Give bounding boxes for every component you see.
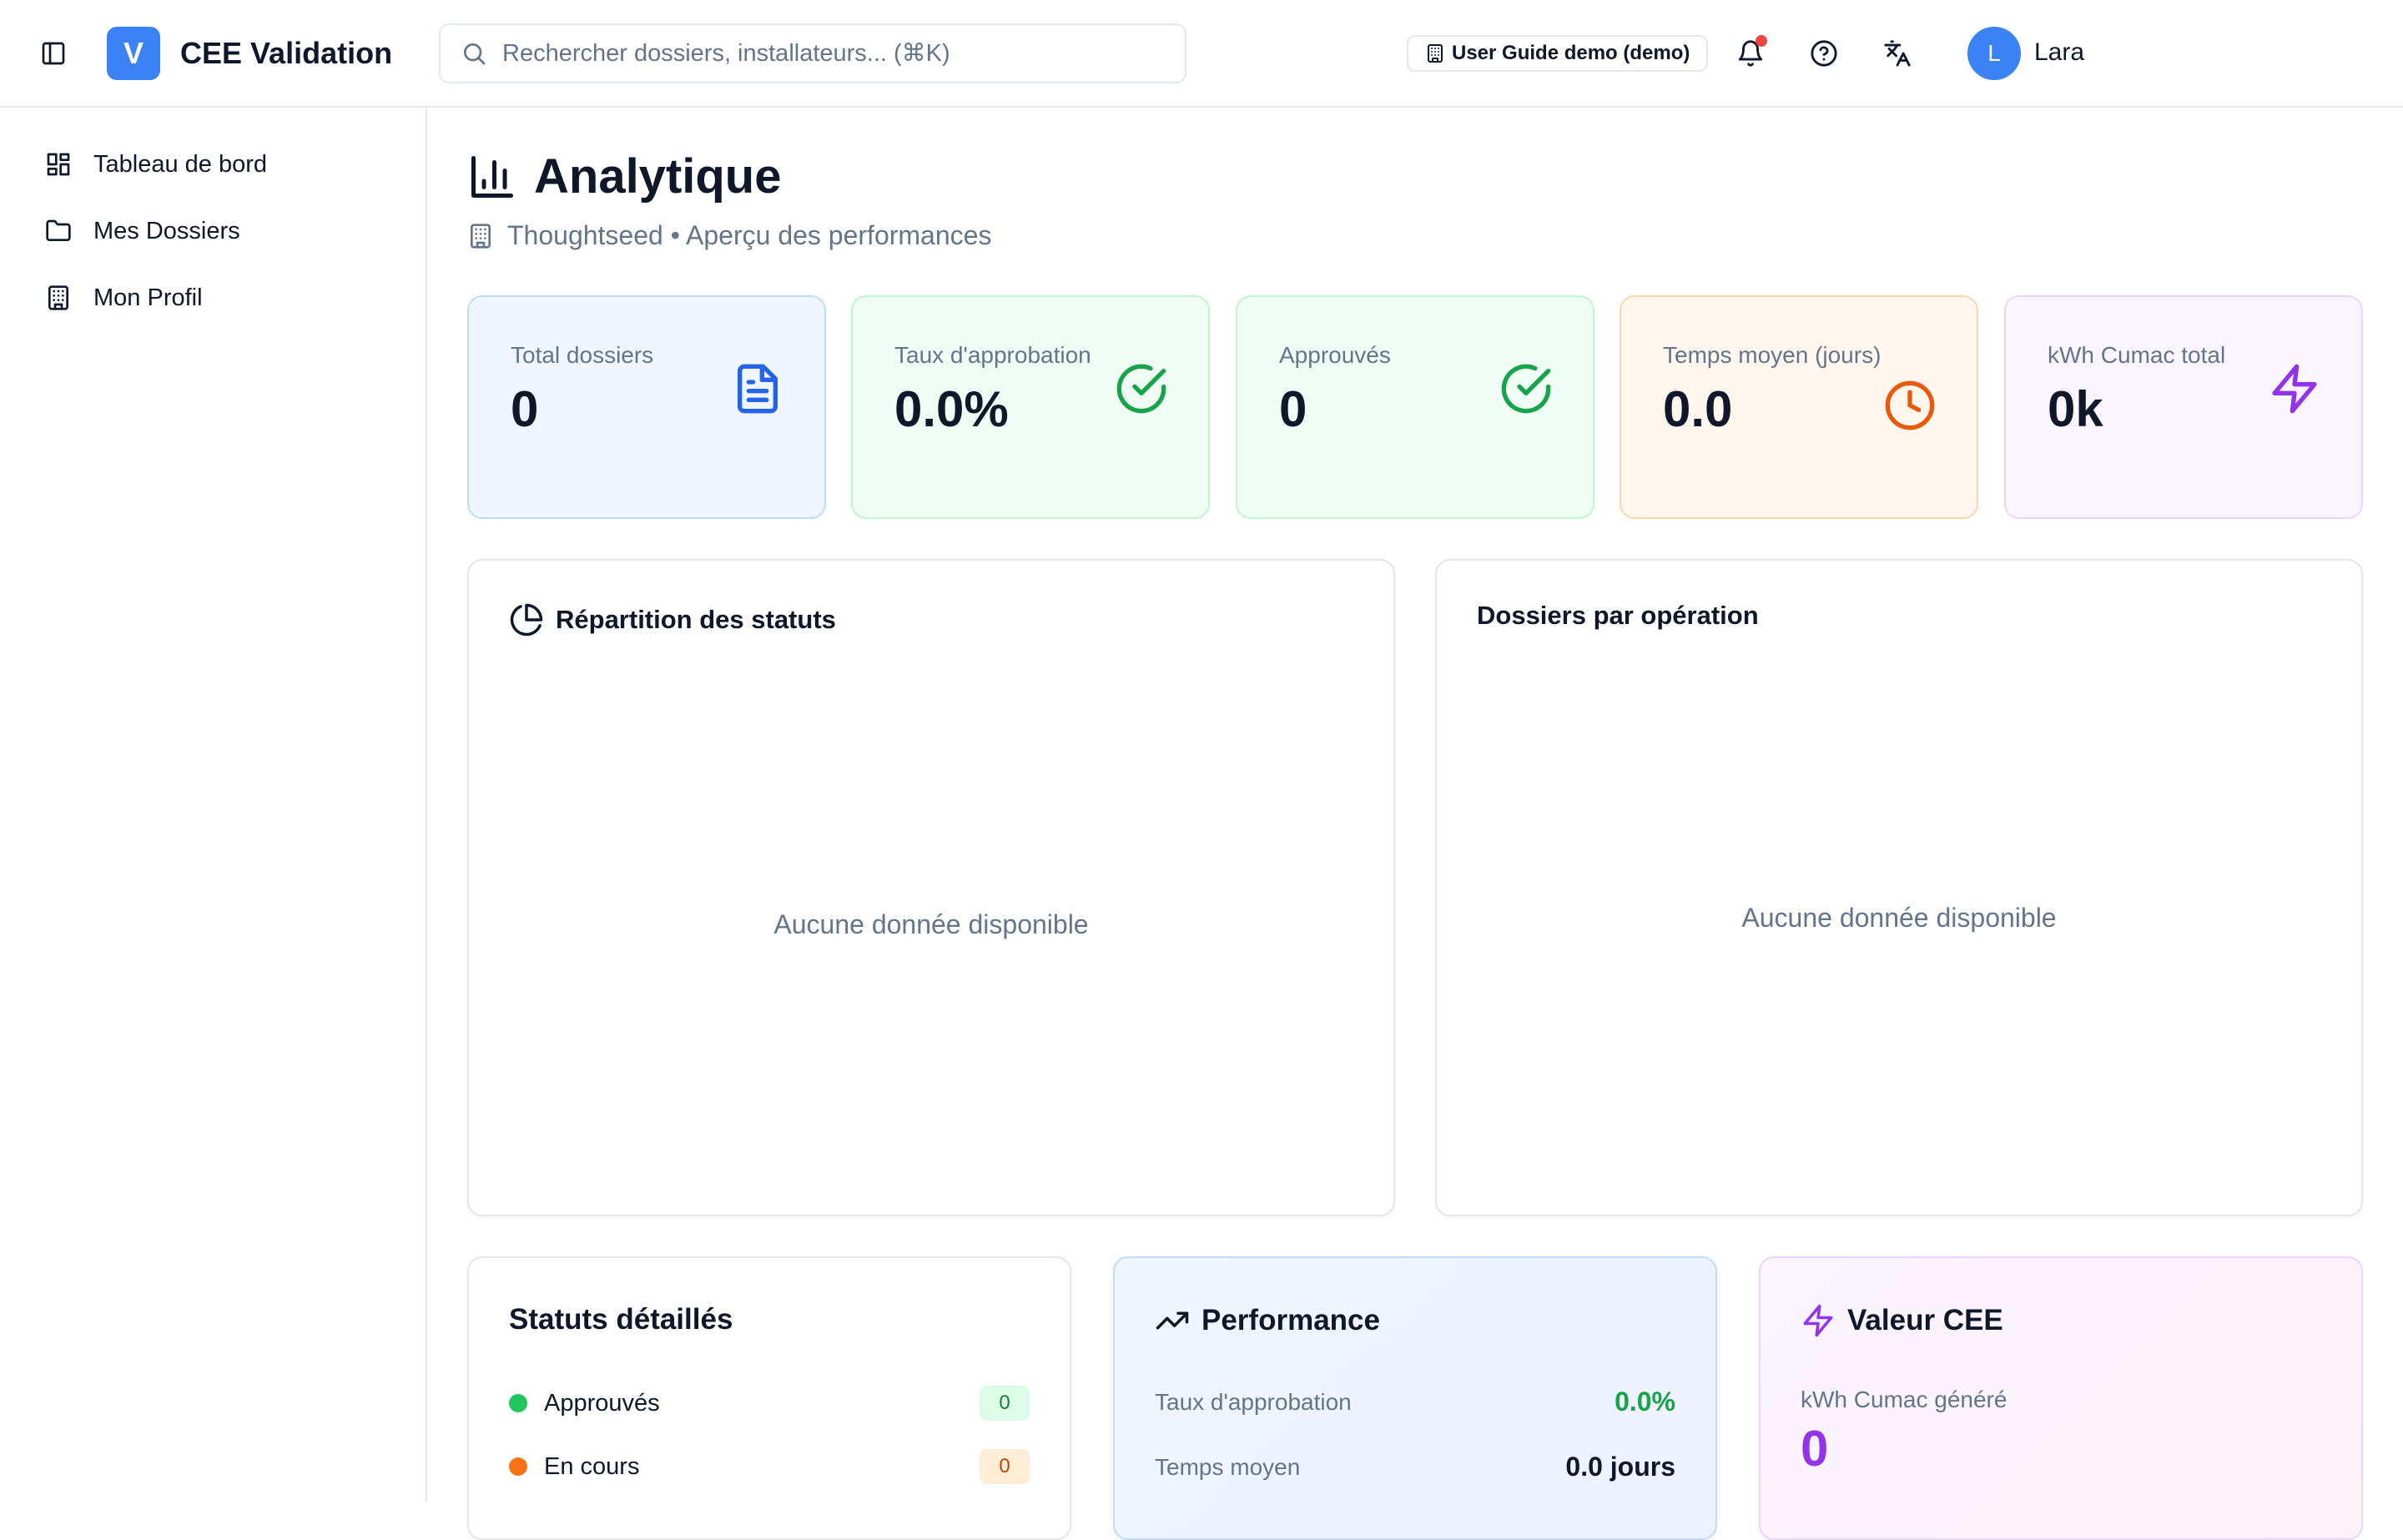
app-logo: V xyxy=(107,27,160,80)
status-dot xyxy=(509,1394,527,1412)
sidebar-item-dashboard[interactable]: Tableau de bord xyxy=(43,141,267,188)
stat-label: Approuvés xyxy=(1279,342,1391,368)
cee-value-card: Valeur CEE kWh Cumac généré 0 xyxy=(1759,1256,2363,1540)
sidebar-item-label: Mes Dossiers xyxy=(93,217,240,244)
stat-card-kwh-cumac: kWh Cumac total 0k xyxy=(2004,295,2363,519)
kwh-cumac-value: 0 xyxy=(1801,1421,1829,1477)
check-circle-icon xyxy=(1499,362,1553,415)
building-icon xyxy=(1425,43,1445,63)
check-circle-icon xyxy=(1115,362,1168,415)
stat-label: kWh Cumac total xyxy=(2048,342,2226,368)
average-time-value: 0.0 jours xyxy=(1565,1452,1675,1482)
stat-card-total-dossiers: Total dossiers 0 xyxy=(467,295,826,519)
translate-icon xyxy=(1884,40,1911,67)
sidebar-item-profil[interactable]: Mon Profil xyxy=(43,274,203,321)
status-dot xyxy=(509,1457,527,1476)
folder-icon xyxy=(43,216,73,246)
app-title: CEE Validation xyxy=(180,36,393,70)
status-label: En cours xyxy=(544,1452,640,1480)
demo-badge-label: User Guide demo (demo) xyxy=(1452,42,1690,64)
page-header: Analytique xyxy=(467,148,782,204)
stat-card-approved: Approuvés 0 xyxy=(1236,295,1594,519)
average-time-row: Temps moyen 0.0 jours xyxy=(1155,1452,1675,1482)
status-count-badge: 0 xyxy=(980,1449,1030,1484)
card-title: Performance xyxy=(1202,1304,1380,1336)
approval-rate-row: Taux d'approbation 0.0% xyxy=(1155,1387,1675,1417)
card-header: Dossiers par opération xyxy=(1477,601,1759,631)
user-name[interactable]: Lara xyxy=(2034,38,2084,67)
stat-label: Taux d'approbation xyxy=(894,342,1091,368)
status-row-in-progress: En cours 0 xyxy=(509,1448,1030,1485)
demo-badge[interactable]: User Guide demo (demo) xyxy=(1407,35,1709,72)
stat-card-approval-rate: Taux d'approbation 0.0% xyxy=(851,295,1210,519)
sidebar-item-dossiers[interactable]: Mes Dossiers xyxy=(43,208,240,254)
card-title: Répartition des statuts xyxy=(556,605,836,634)
stat-card-average-time: Temps moyen (jours) 0.0 xyxy=(1620,295,1978,519)
sidebar-item-label: Mon Profil xyxy=(93,284,203,311)
notification-button[interactable] xyxy=(1730,33,1771,73)
help-circle-icon xyxy=(1811,40,1837,67)
top-bar: V CEE Validation User Guide demo (demo) … xyxy=(0,0,2403,108)
avatar[interactable]: L xyxy=(1967,27,2021,80)
pie-chart-icon xyxy=(509,602,544,637)
average-time-label: Temps moyen xyxy=(1155,1453,1301,1480)
stat-label: Temps moyen (jours) xyxy=(1663,342,1882,368)
sidebar-toggle-icon[interactable] xyxy=(37,37,70,70)
trending-up-icon xyxy=(1155,1303,1190,1338)
approval-rate-value: 0.0% xyxy=(1615,1387,1675,1417)
zap-icon xyxy=(1801,1303,1836,1338)
detailed-statuses-card: Statuts détaillés Approuvés 0 En cours 0 xyxy=(467,1256,1071,1540)
search-bar[interactable] xyxy=(439,23,1186,83)
search-icon xyxy=(461,40,487,67)
performance-card: Performance Taux d'approbation 0.0% Temp… xyxy=(1113,1256,1717,1540)
search-input[interactable] xyxy=(502,39,1170,68)
language-button[interactable] xyxy=(1877,33,1917,73)
card-title: Dossiers par opération xyxy=(1477,601,1759,630)
status-row-approved: Approuvés 0 xyxy=(509,1385,1030,1422)
page-title: Analytique xyxy=(534,149,782,204)
building-icon xyxy=(43,283,73,313)
clock-icon xyxy=(1883,379,1937,432)
notification-dot xyxy=(1756,35,1767,47)
subtitle-text: Thoughtseed • Aperçu des performances xyxy=(507,220,992,250)
stat-label: Total dossiers xyxy=(511,342,654,368)
sidebar: Tableau de bord Mes Dossiers Mon Profil xyxy=(0,108,427,1502)
card-header: Répartition des statuts xyxy=(509,602,836,637)
card-header: Statuts détaillés xyxy=(509,1303,733,1336)
bar-chart-icon xyxy=(467,152,517,202)
card-header: Valeur CEE xyxy=(1801,1303,2003,1338)
empty-state-text: Aucune donnée disponible xyxy=(1741,903,2057,933)
status-label: Approuvés xyxy=(544,1389,660,1417)
card-title: Valeur CEE xyxy=(1847,1304,2003,1336)
zap-icon xyxy=(2268,362,2321,415)
file-text-icon xyxy=(731,362,784,415)
building-icon xyxy=(467,223,494,249)
status-count-badge: 0 xyxy=(980,1386,1030,1421)
page-subtitle: Thoughtseed • Aperçu des performances xyxy=(467,220,991,251)
help-button[interactable] xyxy=(1804,33,1844,73)
card-title: Statuts détaillés xyxy=(509,1303,733,1336)
empty-state-text: Aucune donnée disponible xyxy=(773,909,1089,939)
approval-rate-label: Taux d'approbation xyxy=(1155,1388,1352,1415)
dashboard-icon xyxy=(43,149,73,179)
card-header: Performance xyxy=(1155,1303,1380,1338)
status-distribution-card: Répartition des statuts Aucune donnée di… xyxy=(467,559,1395,1216)
kwh-cumac-label: kWh Cumac généré xyxy=(1801,1387,2008,1412)
sidebar-item-label: Tableau de bord xyxy=(93,150,267,178)
operations-card: Dossiers par opération Aucune donnée dis… xyxy=(1435,559,2363,1216)
